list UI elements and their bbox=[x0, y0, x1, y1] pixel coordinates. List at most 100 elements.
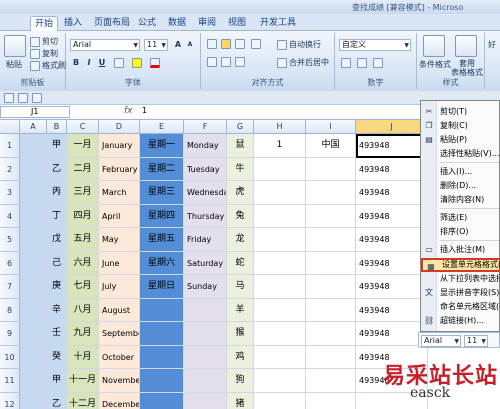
cell-g7[interactable]: 马 bbox=[227, 275, 254, 299]
cell-a3[interactable] bbox=[20, 181, 47, 205]
cell-b8[interactable]: 辛 bbox=[47, 298, 67, 322]
table-format-button[interactable]: 套用 表格格式 bbox=[451, 59, 483, 77]
number-format-combo[interactable]: 自定义 ▼ bbox=[339, 39, 411, 51]
cell-d6[interactable]: June bbox=[99, 251, 140, 275]
cell-b3[interactable]: 丙 bbox=[47, 181, 67, 205]
cell-i10[interactable] bbox=[306, 345, 356, 369]
cell-f1[interactable]: Monday bbox=[184, 134, 227, 158]
cell-b5[interactable]: 戊 bbox=[47, 228, 67, 252]
cell-d5[interactable]: May bbox=[99, 228, 140, 252]
copy-button[interactable]: 复制 bbox=[30, 48, 58, 59]
cell-d7[interactable]: July bbox=[99, 275, 140, 299]
cell-e9[interactable] bbox=[140, 322, 184, 346]
cell-g12[interactable]: 猪 bbox=[227, 392, 254, 409]
cell-h10[interactable] bbox=[254, 345, 306, 369]
cell-h8[interactable] bbox=[254, 298, 306, 322]
column-header-j[interactable]: J bbox=[356, 120, 428, 134]
cell-d4[interactable]: April bbox=[99, 204, 140, 228]
name-box[interactable]: J1 bbox=[0, 106, 70, 118]
cell-a1[interactable] bbox=[20, 134, 47, 158]
menu-item-8[interactable]: 筛选(E) bbox=[421, 211, 500, 225]
row-header[interactable]: 7 bbox=[0, 275, 20, 299]
cell-g1[interactable]: 鼠 bbox=[227, 134, 254, 158]
column-header-f[interactable]: F bbox=[184, 120, 227, 134]
cell-h4[interactable] bbox=[254, 204, 306, 228]
cell-i4[interactable] bbox=[306, 204, 356, 228]
cell-c4[interactable]: 四月 bbox=[67, 204, 99, 228]
cell-e5[interactable]: 星期五 bbox=[140, 228, 184, 252]
tab-formulas[interactable]: 公式 bbox=[134, 16, 160, 31]
cell-j2[interactable]: 493948 bbox=[356, 157, 428, 181]
cell-e12[interactable] bbox=[140, 392, 184, 409]
tab-data[interactable]: 数据 bbox=[164, 16, 190, 31]
formula-input[interactable]: 1 bbox=[142, 106, 147, 115]
cell-e10[interactable] bbox=[140, 345, 184, 369]
cell-g11[interactable]: 狗 bbox=[227, 369, 254, 393]
cell-f7[interactable]: Sunday bbox=[184, 275, 227, 299]
cell-e4[interactable]: 星期四 bbox=[140, 204, 184, 228]
cell-a10[interactable] bbox=[20, 345, 47, 369]
conditional-format-icon[interactable] bbox=[423, 35, 445, 57]
cell-a4[interactable] bbox=[20, 204, 47, 228]
cell-g9[interactable]: 猴 bbox=[227, 322, 254, 346]
cell-b1[interactable]: 甲 bbox=[47, 134, 67, 158]
comma-icon[interactable] bbox=[373, 58, 383, 68]
menu-item-1[interactable]: ✂ 剪切(T) bbox=[421, 105, 500, 119]
cell-c2[interactable]: 二月 bbox=[67, 157, 99, 181]
conditional-format-button[interactable]: 条件格式 bbox=[419, 59, 451, 70]
cell-e7[interactable]: 星期日 bbox=[140, 275, 184, 299]
cell-h6[interactable] bbox=[254, 251, 306, 275]
row-header[interactable]: 9 bbox=[0, 322, 20, 346]
cell-a2[interactable] bbox=[20, 157, 47, 181]
menu-item-9[interactable]: 排序(O) bbox=[421, 225, 500, 239]
cell-a12[interactable] bbox=[20, 392, 47, 409]
menu-item-12[interactable]: 从下拉列表中选择(K)... bbox=[421, 272, 500, 286]
row-header[interactable]: 2 bbox=[0, 157, 20, 181]
table-format-icon[interactable] bbox=[455, 35, 477, 57]
align-center-icon[interactable] bbox=[221, 57, 231, 67]
cell-g5[interactable]: 龙 bbox=[227, 228, 254, 252]
cell-j6[interactable]: 493948 bbox=[356, 251, 428, 275]
redo-icon[interactable] bbox=[32, 93, 42, 103]
cell-h12[interactable] bbox=[254, 392, 306, 409]
menu-item-6[interactable]: 删除(D)... bbox=[421, 179, 500, 193]
cell-f10[interactable] bbox=[184, 345, 227, 369]
underline-button[interactable]: U bbox=[96, 57, 108, 68]
column-header-c[interactable]: C bbox=[67, 120, 99, 134]
cell-c8[interactable]: 八月 bbox=[67, 298, 99, 322]
tab-review[interactable]: 审阅 bbox=[194, 16, 220, 31]
row-header[interactable]: 8 bbox=[0, 298, 20, 322]
cell-h2[interactable] bbox=[254, 157, 306, 181]
cell-b7[interactable]: 庚 bbox=[47, 275, 67, 299]
font-color-icon[interactable] bbox=[150, 58, 160, 68]
mini-font-combo[interactable]: Arial ▼ bbox=[421, 335, 461, 347]
cell-i3[interactable] bbox=[306, 181, 356, 205]
cell-c5[interactable]: 五月 bbox=[67, 228, 99, 252]
cell-i1[interactable]: 中国 bbox=[306, 134, 356, 158]
menu-item-3[interactable]: ▤ 粘贴(P) bbox=[421, 133, 500, 147]
cell-b9[interactable]: 壬 bbox=[47, 322, 67, 346]
cell-f12[interactable] bbox=[184, 392, 227, 409]
cell-a6[interactable] bbox=[20, 251, 47, 275]
cell-d8[interactable]: August bbox=[99, 298, 140, 322]
cell-c10[interactable]: 十月 bbox=[67, 345, 99, 369]
row-header[interactable]: 6 bbox=[0, 251, 20, 275]
shrink-font-button[interactable]: A bbox=[184, 39, 196, 50]
cell-i7[interactable] bbox=[306, 275, 356, 299]
cell-d12[interactable]: December bbox=[99, 392, 140, 409]
cell-d3[interactable]: March bbox=[99, 181, 140, 205]
cell-c11[interactable]: 十一月 bbox=[67, 369, 99, 393]
cell-d10[interactable]: October bbox=[99, 345, 140, 369]
row-header[interactable]: 11 bbox=[0, 369, 20, 393]
currency-icon[interactable] bbox=[341, 58, 351, 68]
save-icon[interactable] bbox=[4, 93, 14, 103]
cell-b2[interactable]: 乙 bbox=[47, 157, 67, 181]
wrap-text-button[interactable]: 自动换行 bbox=[277, 39, 321, 50]
row-header[interactable]: 4 bbox=[0, 204, 20, 228]
column-header-b[interactable]: B bbox=[47, 120, 67, 134]
menu-item-13[interactable]: 文显示拼音字段(S) bbox=[421, 286, 500, 300]
cell-f3[interactable]: Wednesday bbox=[184, 181, 227, 205]
cell-h7[interactable] bbox=[254, 275, 306, 299]
cell-c12[interactable]: 十二月 bbox=[67, 392, 99, 409]
cell-d9[interactable]: September bbox=[99, 322, 140, 346]
